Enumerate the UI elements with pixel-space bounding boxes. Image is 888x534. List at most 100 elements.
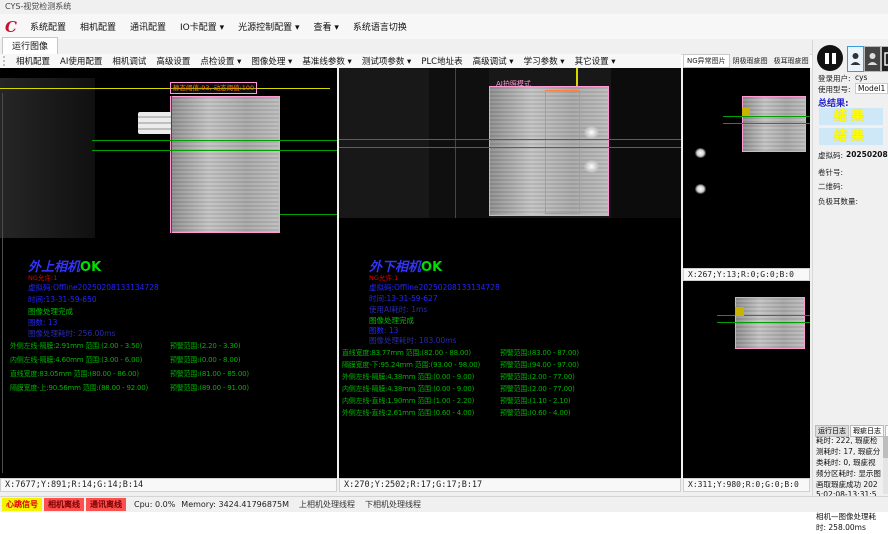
virtual-code-label: 虚拟码: — [818, 150, 843, 161]
tab-run-image[interactable]: 运行图像 — [2, 37, 58, 54]
menu-camera-config[interactable]: 相机配置 — [73, 17, 123, 36]
pause-button[interactable] — [817, 45, 843, 71]
tool-baseline-params[interactable]: 基准线参数 ▾ — [297, 54, 356, 68]
cpu-usage-text: Cpu: 0.0% — [134, 500, 175, 509]
result-box-upper: 结果 — [819, 108, 883, 125]
measurement-row: 直线宽度:83.77mm 范围:(82.00 - 88.00) 预警范围:(83… — [339, 348, 681, 358]
app-logo-icon: C — [5, 18, 17, 36]
measure-line-green — [717, 322, 810, 323]
operator-icon — [867, 52, 878, 66]
menu-io-config[interactable]: IO卡配置 ▾ — [173, 17, 231, 36]
measurement-warn: 预警范围:(2.00 - 77.00) — [500, 384, 575, 394]
menu-view[interactable]: 查看 ▾ — [307, 17, 346, 36]
measurement-row: 隔膜宽度-下:95.24mm 范围:(93.00 - 98.00) 预警范围:(… — [339, 360, 681, 370]
defect-marker — [735, 307, 744, 316]
highlight-spot — [584, 160, 599, 173]
coords-strip-defect-top: X:267;Y:13;R:0;G:0;B:0 — [683, 268, 810, 281]
time-text: 时间:13-31-59-650 — [28, 294, 97, 305]
frame-count-text: 图数: 13 — [28, 317, 57, 328]
ng-allow-text: NG允许:1 — [28, 272, 57, 282]
highlight-spot — [695, 184, 706, 194]
threshold-overlay: 静态阈值:93, 动态阈值:100 — [170, 82, 257, 94]
toolbar: 相机配置 AI使用配置 相机调试 高级设置 点检设置 ▾ 图像处理 ▾ 基准线参… — [0, 54, 681, 69]
memory-usage-text: Memory: 3424.41796875M — [181, 500, 289, 509]
tool-learning-params[interactable]: 学习参数 ▾ — [519, 54, 570, 68]
tool-camera-config[interactable]: 相机配置 — [11, 54, 55, 68]
measurement-row: 隔膜宽度-上:90.56mm 范围:(88.00 - 92.00) 预警范围:(… — [0, 383, 337, 393]
user-button[interactable] — [847, 46, 864, 72]
menu-language-switch[interactable]: 系统语言切换 — [346, 17, 414, 36]
measurement-warn: 预警范围:(81.00 - 85.00) — [170, 369, 249, 379]
reference-line-yellow — [0, 88, 330, 89]
measurement-warn: 预警范围:(1.10 - 2.10) — [500, 396, 570, 406]
measure-line-green — [339, 147, 681, 148]
measurement-text: 隔膜宽度-上:90.56mm 范围:(88.00 - 92.00) — [10, 383, 148, 393]
battery-thumb-image — [742, 96, 806, 152]
defect-view-top[interactable] — [683, 68, 810, 268]
measurement-text: 外侧左线-直线:2.61mm 范围:(0.60 - 4.00) — [342, 408, 474, 418]
image-texture — [429, 68, 489, 218]
model-value[interactable]: Model1 — [855, 83, 888, 94]
upper-camera-thread-text: 上相机处理线程 — [299, 499, 355, 510]
exit-door-icon — [884, 52, 888, 66]
status-bar: 心跳信号 相机离线 通讯离线 Cpu: 0.0% Memory: 3424.41… — [0, 496, 888, 512]
measurement-row: 外侧左线-隔膜:2.91mm 范围:(2.00 - 3.50) 预警范围:(2.… — [0, 341, 337, 351]
measure-line-green — [171, 96, 172, 233]
operator-button[interactable] — [864, 46, 881, 72]
measurement-text: 直线宽度:83.05mm 范围:(80.00 - 86.00) — [10, 369, 139, 379]
virtual-code-value: 20250208 — [846, 150, 888, 159]
sidebar: 登录用户: cys 使用型号: Model1 总结果: 结果 结果 虚拟码: 2… — [812, 40, 888, 496]
connector-image — [138, 112, 172, 134]
measure-line-green — [92, 150, 337, 151]
user-icon — [850, 52, 861, 66]
measurement-text: 外侧左线-隔膜:4.38mm 范围:(0.00 - 9.00) — [342, 372, 474, 382]
camera-view-lower[interactable]: AI拍照模式 外下相机OK NG允许:1 虚拟码:Offline20250208… — [339, 68, 681, 478]
tool-plc-address[interactable]: PLC地址表 — [416, 54, 467, 68]
menu-comm-config[interactable]: 通讯配置 — [123, 17, 173, 36]
tool-ai-usage-config[interactable]: AI使用配置 — [55, 54, 107, 68]
tool-image-processing[interactable]: 图像处理 ▾ — [246, 54, 297, 68]
log-scrollbar[interactable] — [883, 436, 888, 494]
measurement-row: 外侧左线-直线:2.61mm 范围:(0.60 - 4.00) 预警范围:(0.… — [339, 408, 681, 418]
tool-spot-check[interactable]: 点检设置 ▾ — [195, 54, 246, 68]
window-title: CYS-视觉检测系统 — [5, 2, 71, 11]
measurement-row: 内侧左线-隔膜:4.38mm 范围:(0.00 - 9.00) 预警范围:(2.… — [339, 384, 681, 394]
tool-advanced-settings[interactable]: 高级设置 — [151, 54, 195, 68]
camera-view-upper[interactable]: 静态阈值:93, 动态阈值:100 外上相机OK NG允许:1 虚拟码:Offl… — [0, 68, 337, 478]
tab-ng-images[interactable]: NG异常图片 — [683, 54, 730, 68]
tool-advanced-debug[interactable]: 高级调试 ▾ — [468, 54, 519, 68]
measurement-warn: 预警范围:(89.00 - 91.00) — [170, 383, 249, 393]
coords-strip-lower: X:270;Y:2502;R:17;G:17;B:17 — [339, 478, 681, 492]
image-edge-line — [2, 93, 3, 473]
virtual-code-text: 虚拟码:Offline20250208133134728 — [369, 282, 500, 293]
tab-tab-defects[interactable]: 极耳瑕疵图 — [771, 55, 812, 67]
toolbar-grip — [3, 56, 8, 66]
tab-cathode-defects[interactable]: 阴极瑕疵图 — [730, 55, 771, 67]
image-texture — [0, 78, 95, 238]
camera-status-badge: 相机离线 — [44, 498, 84, 511]
exit-button[interactable] — [881, 46, 888, 72]
measurement-row: 外侧左线-隔膜:4.38mm 范围:(0.00 - 9.00) 预警范围:(2.… — [339, 372, 681, 382]
tool-camera-debug[interactable]: 相机调试 — [107, 54, 151, 68]
measurement-warn: 预警范围:(2.20 - 3.30) — [170, 341, 240, 351]
defect-view-bottom[interactable] — [683, 281, 810, 478]
coords-strip-upper: X:7677;Y:891;R:14;G:14;B:14 — [0, 478, 337, 492]
process-time-text: 图像处理耗时: 256.00ms — [28, 328, 115, 339]
tool-test-params[interactable]: 测试项参数 ▾ — [357, 54, 416, 68]
menu-light-config[interactable]: 光源控制配置 ▾ — [231, 17, 306, 36]
measurement-row: 内侧左线-直线:1.90mm 范围:(1.00 - 2.20) 预警范围:(1.… — [339, 396, 681, 406]
measurement-text: 外侧左线-隔膜:2.91mm 范围:(2.00 - 3.50) — [10, 341, 142, 351]
roi-rect-orange — [545, 90, 580, 214]
measure-line-green — [717, 315, 810, 316]
comm-status-badge: 通讯离线 — [86, 498, 126, 511]
measure-line-green — [455, 68, 456, 218]
defect-image-tabs: NG异常图片 阴极瑕疵图 极耳瑕疵图 — [683, 54, 810, 68]
login-user-label: 登录用户: — [818, 73, 851, 84]
log-text: 耗时: 222, 瑕疵检测耗时: 17, 瑕疵分类耗时: 0, 瑕疵视频分区耗时… — [816, 436, 882, 534]
tool-other-settings[interactable]: 其它设置 ▾ — [570, 54, 621, 68]
pause-icon — [825, 53, 829, 64]
login-user-value: cys — [855, 73, 867, 82]
menu-system-config[interactable]: 系统配置 — [23, 17, 73, 36]
measure-line-green — [280, 214, 337, 215]
measure-line-green — [723, 123, 810, 124]
